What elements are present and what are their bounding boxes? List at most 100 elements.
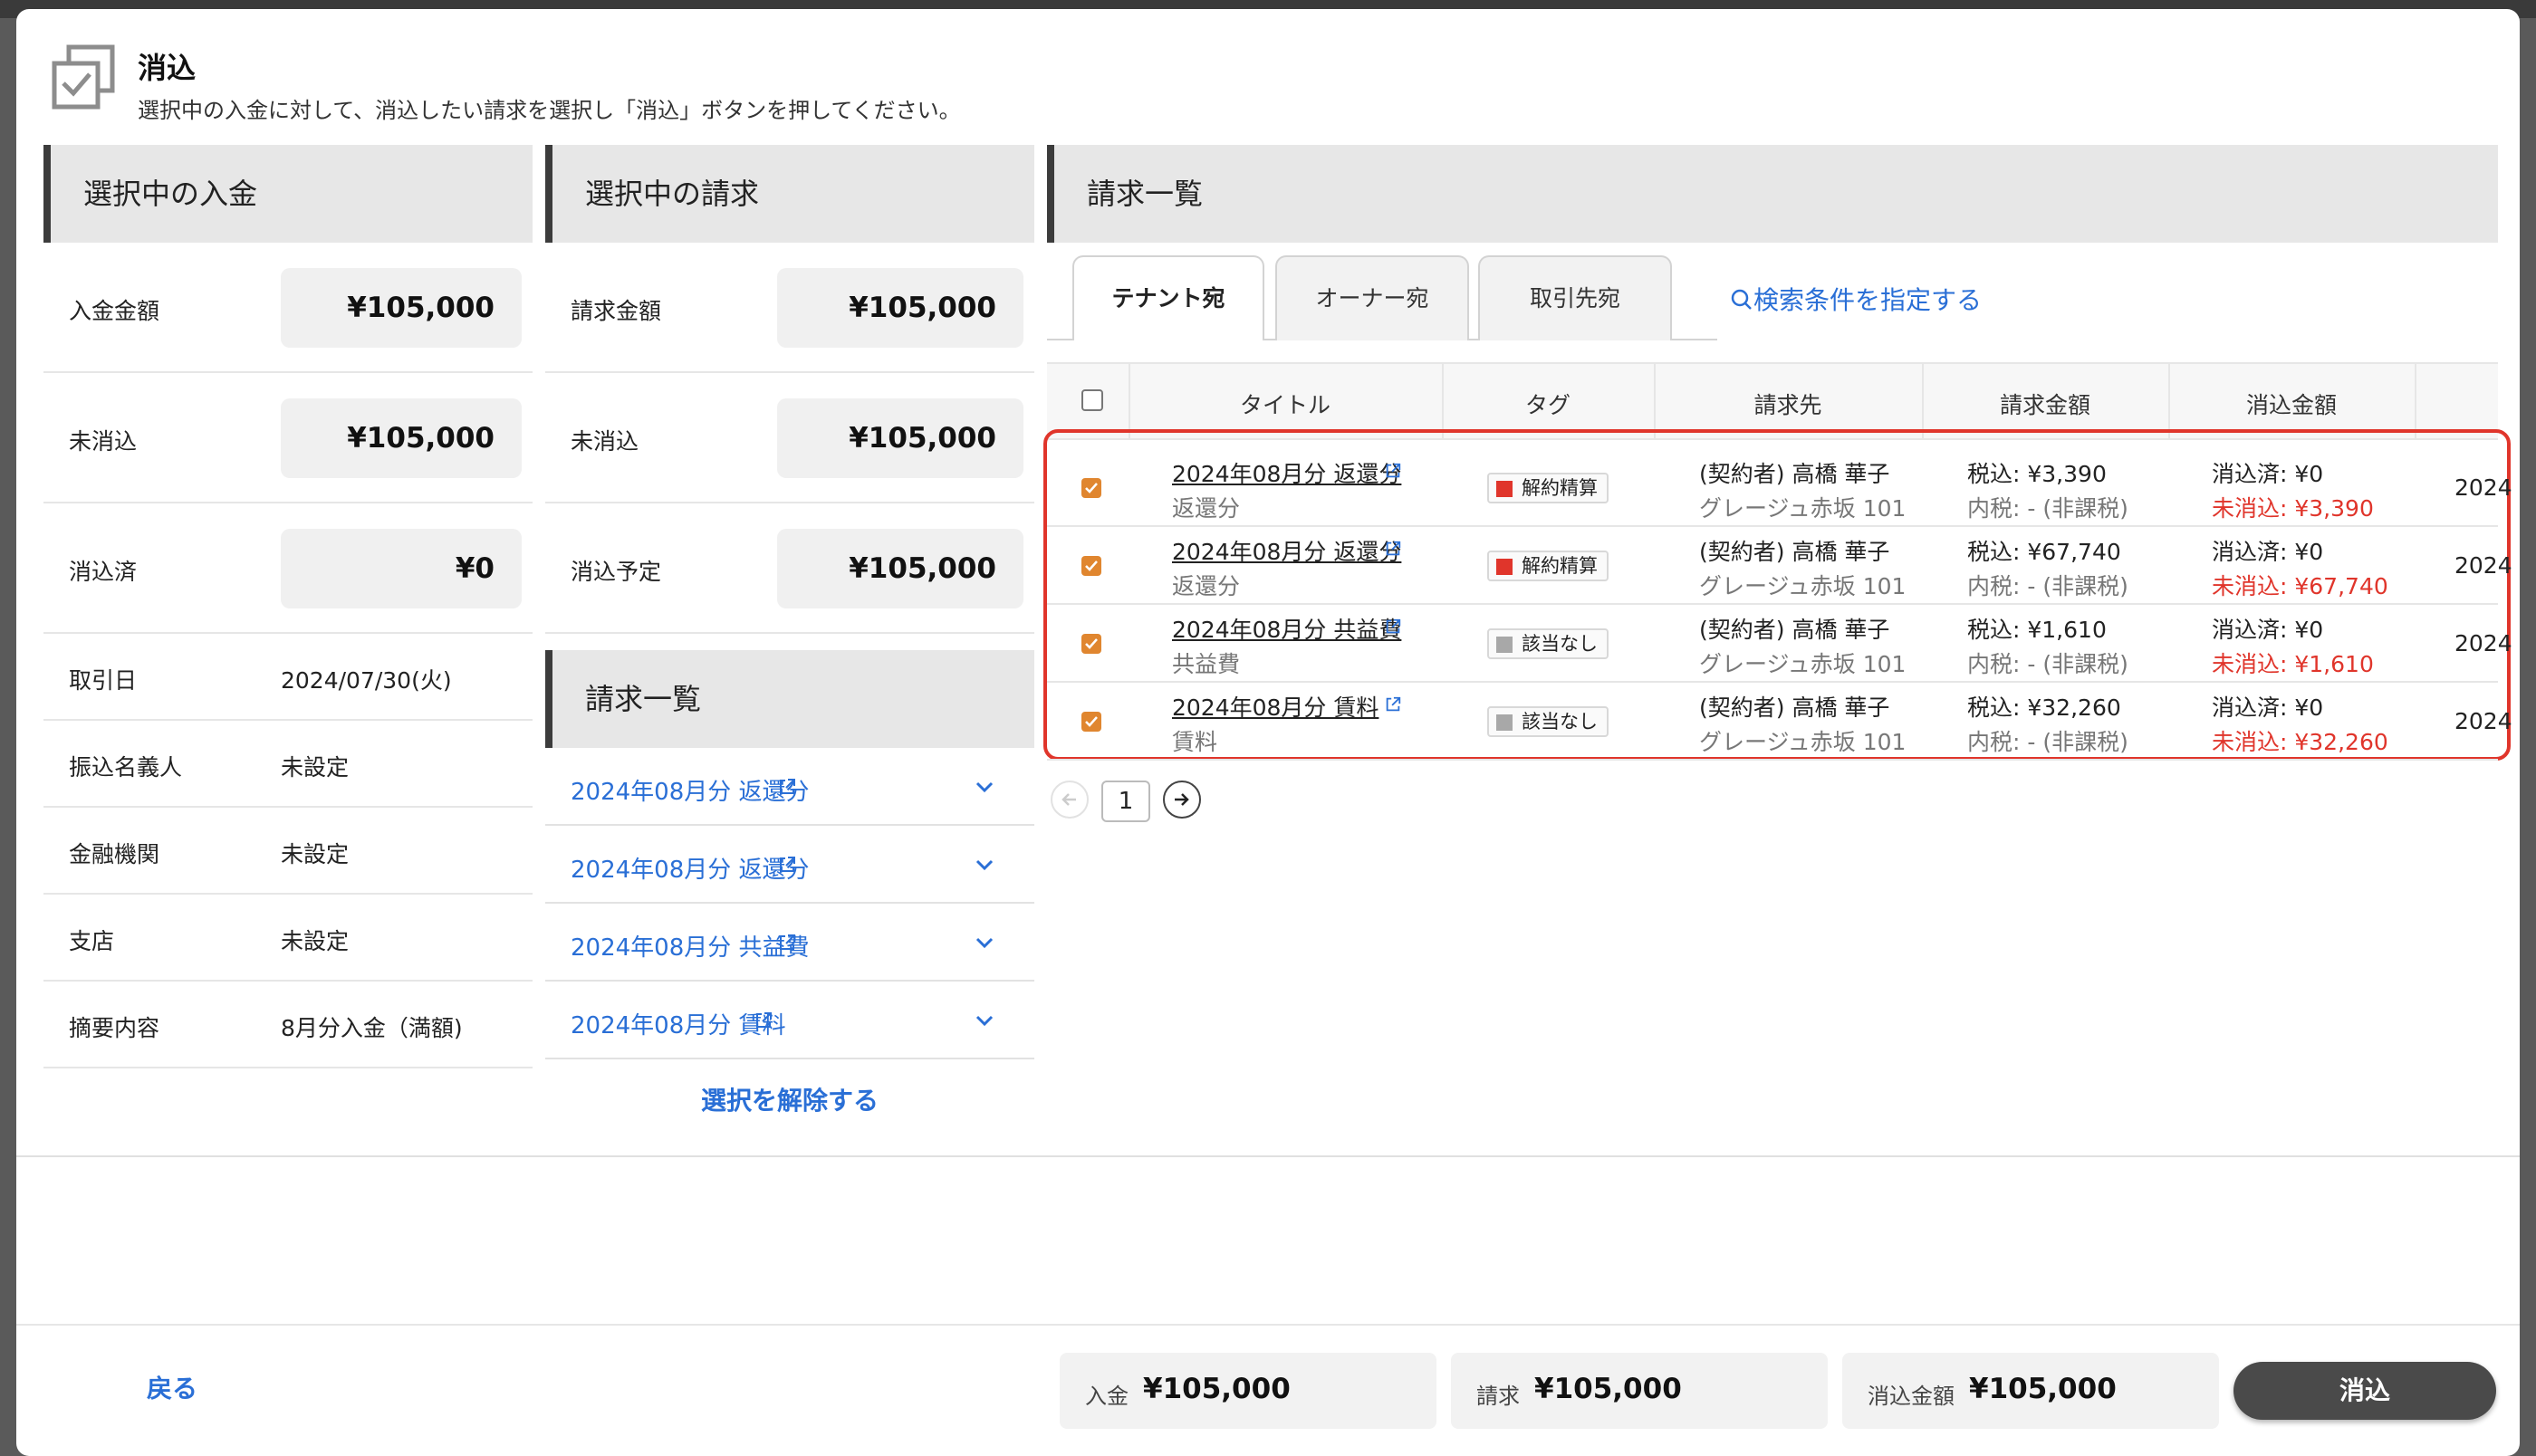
- arrow-left-icon: [1061, 793, 1076, 806]
- tag-color-swatch: [1496, 637, 1513, 653]
- select-all-checkbox[interactable]: [1081, 389, 1103, 411]
- tag-label: 該当なし: [1522, 633, 1598, 655]
- search-icon: [1731, 289, 1752, 310]
- payment-row-amount: ¥105,000: [281, 398, 522, 478]
- payment-row: 未消込 ¥105,000: [43, 373, 533, 503]
- payment-row-value: 未設定: [281, 754, 350, 781]
- clear-selection-link[interactable]: 選択を解除する: [545, 1081, 1034, 1117]
- tab-tenant[interactable]: テナント宛: [1072, 255, 1264, 340]
- row-tax: 内税: - (非課税): [1967, 651, 2128, 677]
- row-tag: 解約精算: [1487, 473, 1609, 503]
- list-panel-heading: 請求一覧: [1047, 145, 2498, 243]
- selected-invoice-title: 2024年08月分 返還分: [571, 857, 810, 884]
- payment-row-label: 入金金額: [69, 298, 160, 324]
- row-payee: (契約者) 高橋 華子: [1699, 461, 1890, 487]
- row-date: 2024: [2454, 474, 2512, 501]
- payment-row: 消込済 ¥0: [43, 503, 533, 634]
- total-invoice: 請求 ¥105,000: [1451, 1353, 1828, 1429]
- col-payee: 請求先: [1753, 392, 1822, 418]
- table-row[interactable]: 2024年08月分 返還分 返還分 解約精算 (契約者) 高橋 華子 グレージュ赤坂 1…: [1047, 527, 2512, 605]
- selected-invoice-item[interactable]: 2024年08月分 賃料: [545, 982, 1034, 1059]
- row-cleared: 消込済: ¥0: [2212, 461, 2324, 487]
- reconcile-modal: 消込 選択中の入金に対して、消込したい請求を選択し「消込」ボタンを押してください…: [16, 9, 2520, 1456]
- chevron-down-icon[interactable]: [971, 851, 998, 878]
- row-tax: 内税: - (非課税): [1967, 573, 2128, 599]
- selected-invoice-item[interactable]: 2024年08月分 共益費: [545, 904, 1034, 982]
- selected-invoice-list: 2024年08月分 返還分 2024年08月分 返還分 2024年08月分 共益費 2…: [545, 748, 1034, 1074]
- row-tax: 内税: - (非課税): [1967, 729, 2128, 755]
- table-row[interactable]: 2024年08月分 返還分返還分 解約精算 (契約者) 高橋 華子 グレージュ赤坂 1…: [1047, 449, 2512, 527]
- row-property: グレージュ赤坂 101: [1699, 729, 1907, 755]
- row-payee: (契約者) 高橋 華子: [1699, 694, 1890, 721]
- payment-row: 金融機関 未設定: [43, 808, 533, 895]
- table-row[interactable]: 2024年08月分 共益費共益費 該当なし (契約者) 高橋 華子 グレージュ赤坂 1…: [1047, 605, 2512, 683]
- tab-owner[interactable]: オーナー宛: [1275, 255, 1469, 340]
- row-date: 2024: [2454, 708, 2512, 734]
- table-row[interactable]: 2024年08月分 賃料 賃料 該当なし (契約者) 高橋 華子 グレージュ赤坂 101…: [1047, 683, 2512, 761]
- row-property: グレージュ赤坂 101: [1699, 495, 1907, 522]
- row-title-link[interactable]: 2024年08月分 返還分: [1172, 534, 1401, 567]
- selected-invoice-title: 2024年08月分 返還分: [571, 779, 810, 806]
- row-checkbox[interactable]: [1081, 712, 1101, 732]
- total-payment: 入金 ¥105,000: [1060, 1353, 1436, 1429]
- col-amount: 請求金額: [1999, 392, 2090, 418]
- next-page-button[interactable]: [1163, 781, 1201, 819]
- invoice-summary-row: 未消込 ¥105,000: [545, 373, 1034, 503]
- row-uncleared: 未消込: ¥67,740: [2212, 573, 2388, 599]
- back-button[interactable]: 戻る: [147, 1369, 197, 1405]
- modal-title: 消込: [138, 51, 197, 85]
- external-link-icon: [777, 933, 797, 958]
- row-checkbox[interactable]: [1081, 478, 1101, 498]
- payment-row-label: 消込済: [69, 559, 138, 585]
- external-link-icon[interactable]: [1384, 616, 1402, 634]
- total-cleared: 消込金額 ¥105,000: [1842, 1353, 2219, 1429]
- row-amount: 税込: ¥3,390: [1967, 461, 2107, 487]
- tab-partner[interactable]: 取引先宛: [1478, 255, 1672, 340]
- external-link-icon[interactable]: [1384, 538, 1402, 556]
- col-tag: タグ: [1524, 392, 1571, 418]
- row-subtitle: 共益費: [1172, 651, 1241, 677]
- reconcile-icon: [52, 44, 115, 110]
- row-property: グレージュ赤坂 101: [1699, 651, 1907, 677]
- row-uncleared: 未消込: ¥1,610: [2212, 651, 2374, 677]
- footer-divider: [16, 1324, 2520, 1326]
- external-link-icon: [754, 1011, 773, 1036]
- row-checkbox[interactable]: [1081, 634, 1101, 654]
- invoice-summary-label: 消込予定: [571, 559, 662, 585]
- page-number[interactable]: 1: [1101, 781, 1150, 822]
- row-tax: 内税: - (非課税): [1967, 495, 2128, 522]
- row-payee: (契約者) 高橋 華子: [1699, 617, 1890, 643]
- chevron-down-icon[interactable]: [971, 929, 998, 956]
- selected-invoice-item[interactable]: 2024年08月分 返還分: [545, 826, 1034, 904]
- row-title-link[interactable]: 2024年08月分 返還分: [1172, 456, 1401, 489]
- row-uncleared: 未消込: ¥32,260: [2212, 729, 2388, 755]
- payment-row: 摘要内容 8月分入金（満額): [43, 982, 533, 1068]
- row-date: 2024: [2454, 630, 2512, 656]
- selected-invoice-item[interactable]: 2024年08月分 返還分: [545, 748, 1034, 826]
- invoice-summary-amount: ¥105,000: [777, 268, 1023, 348]
- prev-page-button[interactable]: [1051, 781, 1089, 819]
- payment-row-amount: ¥105,000: [281, 268, 522, 348]
- external-link-icon[interactable]: [1384, 694, 1402, 712]
- external-link-icon: [777, 855, 797, 880]
- payment-panel-heading: 選択中の入金: [43, 145, 533, 243]
- reconcile-submit-button[interactable]: 消込: [2233, 1362, 2496, 1420]
- external-link-icon[interactable]: [1384, 460, 1402, 478]
- payment-row-value: 未設定: [281, 928, 350, 954]
- invoice-panel-heading: 選択中の請求: [545, 145, 1034, 243]
- payment-row-value: 2024/07/30(火): [281, 667, 452, 694]
- chevron-down-icon[interactable]: [971, 773, 998, 800]
- payment-row-label: 摘要内容: [69, 1015, 160, 1041]
- row-title-link[interactable]: 2024年08月分 共益費: [1172, 612, 1401, 645]
- modal-subtitle: 選択中の入金に対して、消込したい請求を選択し「消込」ボタンを押してください。: [138, 98, 961, 123]
- selected-invoice-title: 2024年08月分 共益費: [571, 934, 810, 962]
- row-title-link[interactable]: 2024年08月分 賃料: [1172, 690, 1378, 723]
- tag-label: 該当なし: [1522, 711, 1598, 733]
- row-property: グレージュ赤坂 101: [1699, 573, 1907, 599]
- payment-row-label: 金融機関: [69, 841, 160, 867]
- row-amount: 税込: ¥32,260: [1967, 694, 2121, 721]
- row-checkbox[interactable]: [1081, 556, 1101, 576]
- row-subtitle: 返還分: [1172, 495, 1241, 522]
- payment-row-label: 振込名義人: [69, 754, 183, 781]
- chevron-down-icon[interactable]: [971, 1007, 998, 1034]
